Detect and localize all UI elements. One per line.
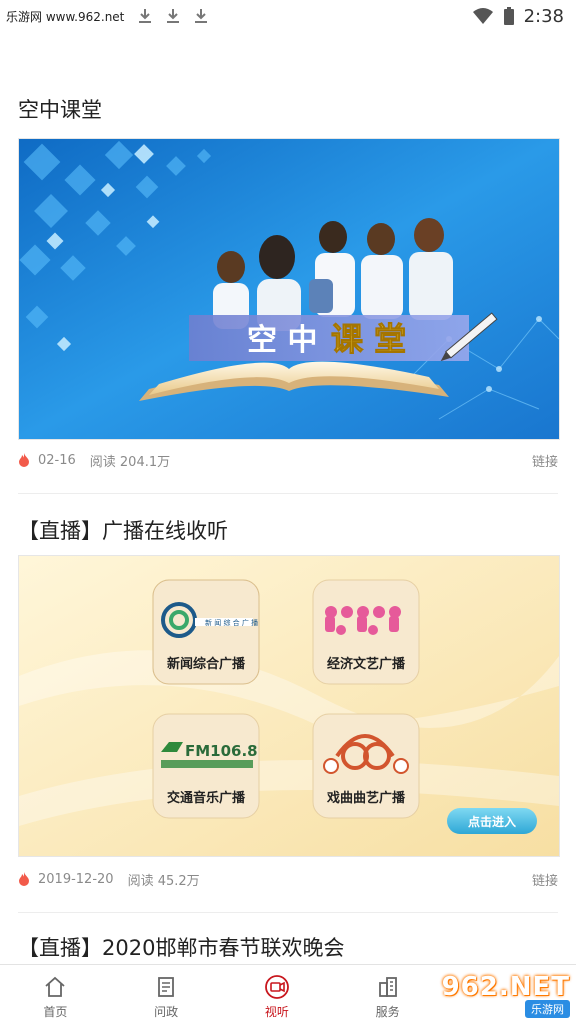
battery-icon	[503, 7, 514, 25]
card-title: 空中课堂	[18, 98, 102, 122]
status-bar: 乐游网 www.962.net 2:38	[0, 0, 576, 32]
feed-card-gala-live[interactable]: 【直播】2020邯郸市春节联欢晚会	[18, 932, 558, 962]
tab-label: 服务	[375, 1005, 400, 1019]
station-logo-text-news: 新 闻 综 合 广 播	[205, 618, 258, 627]
enter-button[interactable]: 点击进入	[468, 814, 516, 829]
banner-title-2: 课 堂	[331, 320, 406, 358]
download-icon	[167, 9, 180, 23]
watermark-sub-text: 乐游网	[525, 1000, 570, 1018]
divider	[18, 493, 558, 494]
radio-stations-banner[interactable]: 新 闻 综 合 广 播 FM106.8 新闻综合广播 经济文艺广播 交通音乐广播…	[18, 555, 560, 857]
banner-title-1: 空 中	[247, 323, 317, 358]
tab-service[interactable]: 服务	[332, 965, 443, 1025]
publish-date: 2019-12-20	[38, 871, 114, 887]
station-opera[interactable]: 戏曲曲艺广播	[326, 790, 406, 806]
card-meta: 2019-12-20 阅读 45.2万 链接	[18, 869, 558, 889]
download-icon	[195, 9, 208, 23]
tab-label: 首页	[43, 1005, 68, 1019]
feed-card-air-classroom[interactable]: 空中课堂 空 中 课 堂 02-16 阅读 204.1万 链接	[18, 94, 560, 470]
watermark-text: 乐游网 www.962.net	[6, 9, 125, 24]
publish-date: 02-16	[38, 452, 76, 468]
wifi-icon	[472, 8, 493, 24]
read-count: 阅读 204.1万	[89, 454, 171, 470]
station-economy[interactable]: 经济文艺广播	[327, 656, 406, 672]
tab-inquiry[interactable]: 问政	[111, 965, 222, 1025]
watermark-logo-text: 962.NET	[441, 972, 570, 1002]
divider	[18, 912, 558, 913]
read-count: 阅读 45.2万	[127, 873, 200, 889]
fire-icon	[19, 453, 29, 467]
station-logo-text-traffic: FM106.8	[185, 742, 258, 760]
radio-banner-illustration: 新 闻 综 合 广 播 FM106.8 新闻综合广播 经济文艺广播 交通音乐广播…	[19, 556, 559, 856]
tab-label: 问政	[154, 1005, 179, 1019]
download-icon	[139, 9, 152, 23]
link-label[interactable]: 链接	[532, 870, 558, 889]
card-title: 【直播】2020邯郸市春节联欢晚会	[18, 936, 345, 960]
watermark-logo: 962.NET 乐游网	[438, 970, 570, 1020]
link-label[interactable]: 链接	[532, 451, 558, 470]
video-icon	[264, 974, 290, 1000]
building-icon	[375, 974, 401, 1000]
fire-icon	[19, 872, 29, 886]
card-meta: 02-16 阅读 204.1万 链接	[18, 450, 558, 470]
station-news[interactable]: 新闻综合广播	[167, 656, 246, 672]
station-traffic-music[interactable]: 交通音乐广播	[167, 790, 246, 806]
feed-list[interactable]: 空中课堂 空 中 课 堂 02-16 阅读 204.1万 链接 【直播】广播在线…	[0, 32, 576, 964]
card-title: 【直播】广播在线收听	[18, 519, 228, 543]
document-icon	[153, 974, 179, 1000]
tab-media[interactable]: 视听	[222, 965, 333, 1025]
tab-home[interactable]: 首页	[0, 965, 111, 1025]
banner-illustration: 空 中 课 堂	[19, 139, 559, 439]
home-icon	[42, 974, 68, 1000]
feed-card-radio-live[interactable]: 【直播】广播在线收听 新 闻 综 合 广 播 FM106.8 新闻综合广播 经济…	[18, 515, 560, 889]
tab-label: 视听	[264, 1005, 289, 1019]
clock-time: 2:38	[523, 5, 564, 27]
air-classroom-banner[interactable]: 空 中 课 堂	[18, 138, 560, 440]
